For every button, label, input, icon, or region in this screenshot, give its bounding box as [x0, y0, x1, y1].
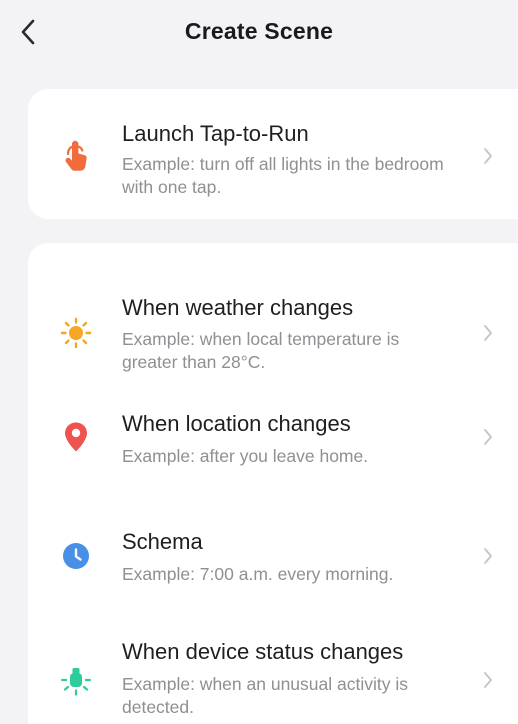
automation-card: When weather changes Example: when local… [28, 243, 518, 724]
location-change-row[interactable]: When location changes Example: after you… [28, 403, 518, 493]
row-description: Example: when an unusual activity is det… [122, 674, 408, 717]
chevron-right-icon [480, 321, 496, 345]
clock-icon [58, 538, 94, 574]
row-description: Example: after you leave home. [122, 446, 369, 466]
chevron-right-icon [480, 668, 496, 692]
weather-change-row[interactable]: When weather changes Example: when local… [28, 263, 518, 373]
chevron-right-icon [480, 425, 496, 449]
row-title: When device status changes [122, 639, 404, 664]
row-title: Launch Tap-to-Run [122, 121, 309, 146]
sun-icon [58, 315, 94, 351]
row-title: When weather changes [122, 295, 354, 320]
page-title: Create Scene [184, 18, 334, 44]
row-title: Schema [122, 529, 203, 554]
top-bar: Create Scene [0, 0, 518, 68]
row-description: Example: 7:00 a.m. every morning. [122, 564, 394, 584]
chevron-right-icon [480, 144, 496, 168]
row-description: Example: when local temperature is great… [122, 329, 400, 372]
tap-hand-icon [58, 139, 94, 175]
chevron-right-icon [480, 544, 496, 568]
row-title: When location changes [122, 411, 351, 436]
location-pin-icon [58, 419, 94, 455]
device-bulb-icon [58, 663, 94, 699]
launch-tap-to-run-row[interactable]: Launch Tap-to-Run Example: turn off all … [28, 89, 518, 219]
schedule-row[interactable]: Schema Example: 7:00 a.m. every morning. [28, 521, 518, 611]
row-description: Example: turn off all lights in the bedr… [122, 154, 444, 197]
tap-to-run-card: Launch Tap-to-Run Example: turn off all … [28, 89, 518, 219]
device-status-row[interactable]: When device status changes Example: when… [28, 639, 518, 724]
